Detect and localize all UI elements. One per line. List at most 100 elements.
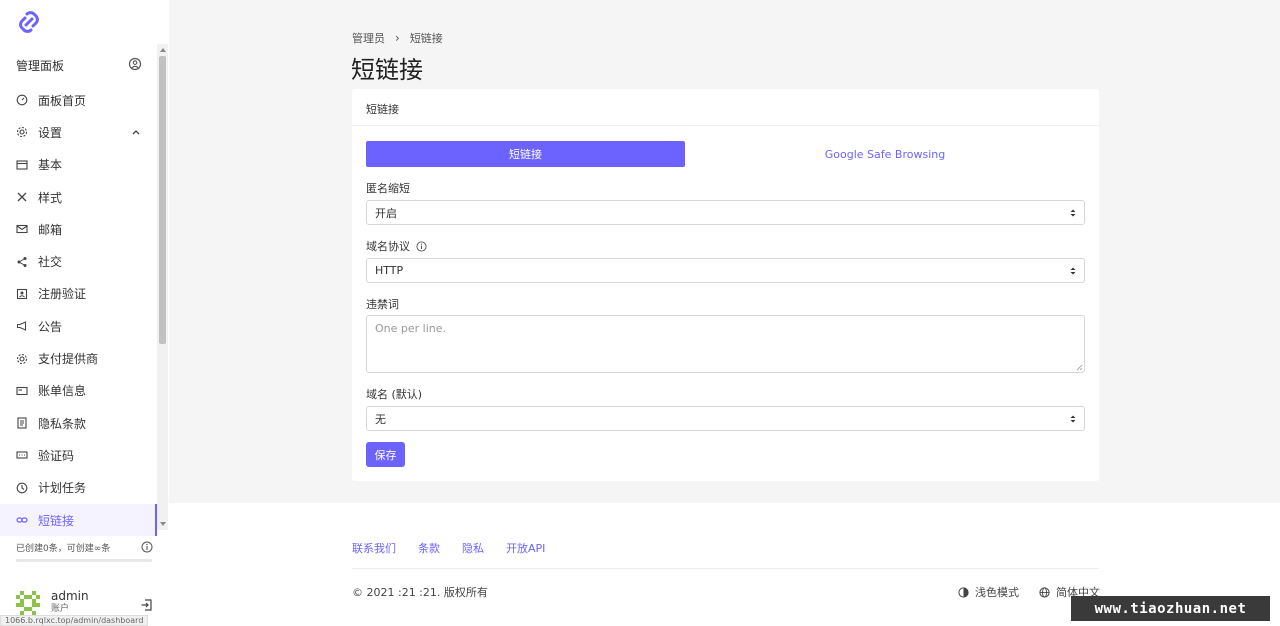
sidebar-item-label: 样式	[38, 190, 63, 205]
scroll-down-arrow[interactable]	[160, 522, 166, 526]
banned-words-placeholder: One per line.	[375, 322, 447, 335]
protocol-select[interactable]: HTTP	[366, 258, 1085, 283]
id-card-icon	[16, 288, 28, 300]
sidebar-item-mail[interactable]: 邮箱	[0, 213, 157, 245]
sidebar-item-label: 公告	[38, 319, 63, 334]
gear-icon	[16, 126, 28, 138]
mail-icon	[16, 223, 28, 235]
sidebar-item-registration[interactable]: 注册验证	[0, 278, 157, 310]
sidebar-item-label: 账单信息	[38, 384, 87, 399]
tab-shortlink[interactable]: 短链接	[366, 141, 685, 167]
theme-toggle[interactable]: 浅色模式	[958, 584, 1019, 600]
sidebar-item-settings[interactable]: 设置	[0, 116, 157, 148]
avatar	[16, 590, 40, 615]
sidebar-item-social[interactable]: 社交	[0, 245, 157, 277]
sidebar-item-label: 隐私条款	[38, 416, 87, 431]
sidebar-item-basic[interactable]: 基本	[0, 149, 157, 181]
settings-card: 短链接 短链接 Google Safe Browsing 匿名缩短 开启 域名协…	[352, 89, 1099, 481]
copyright: © 2021 :21 :21. 版权所有	[352, 586, 488, 599]
sidebar-nav: 面板首页 设置 基本 样式 邮箱 社交 注册验证 公告 支付提供商 账单信息 隐…	[0, 84, 157, 537]
user-role: 账户	[51, 604, 70, 614]
resize-grip-icon[interactable]	[1076, 364, 1083, 371]
sidebar-item-label: 支付提供商	[38, 352, 99, 367]
footer-divider	[352, 568, 1099, 569]
anonymous-select-value: 开启	[375, 206, 397, 220]
banned-words-label: 违禁词	[366, 298, 399, 311]
breadcrumb-parent[interactable]: 管理员	[352, 30, 385, 46]
footer-link-privacy[interactable]: 隐私	[462, 540, 484, 556]
sidebar-item-announcement[interactable]: 公告	[0, 310, 157, 342]
sidebar-item-cron[interactable]: 计划任务	[0, 472, 157, 504]
megaphone-icon	[16, 320, 28, 332]
domain-select[interactable]: 无	[366, 406, 1085, 431]
sidebar-item-dashboard[interactable]: 面板首页	[0, 84, 157, 116]
sidebar-item-label: 短链接	[38, 513, 75, 528]
select-caret-icon	[1070, 267, 1076, 275]
sidebar-item-label: 邮箱	[38, 222, 63, 237]
domain-label: 域名 (默认)	[366, 388, 423, 401]
sidebar-item-captcha[interactable]: 验证码	[0, 439, 157, 471]
sidebar-item-label: 设置	[38, 125, 63, 140]
footer-link-api[interactable]: 开放API	[506, 540, 545, 556]
footer-links: 联系我们 条款 隐私 开放API	[352, 540, 567, 556]
breadcrumb: 管理员 › 短链接	[352, 30, 443, 46]
scroll-up-arrow[interactable]	[160, 48, 166, 52]
card-header: 短链接	[352, 89, 1099, 126]
sidebar-scrollbar[interactable]	[157, 44, 168, 530]
chevron-right-icon: ›	[395, 31, 400, 45]
window-icon	[16, 159, 28, 171]
contrast-icon	[958, 586, 969, 598]
link-icon	[16, 514, 28, 526]
user-name: admin	[51, 589, 89, 603]
share-icon	[16, 256, 28, 268]
panel-title: 管理面板	[16, 59, 65, 73]
tab-google-safe-browsing[interactable]: Google Safe Browsing	[685, 141, 1085, 167]
tab-bar: 短链接 Google Safe Browsing	[366, 141, 1085, 167]
domain-select-value: 无	[375, 412, 386, 426]
sidebar-item-privacy[interactable]: 隐私条款	[0, 407, 157, 439]
captcha-icon	[16, 449, 28, 461]
watermark: www.tiaozhuan.net	[1071, 596, 1270, 621]
protocol-label-text: 域名协议	[366, 240, 410, 253]
globe-icon	[1039, 586, 1050, 598]
save-button[interactable]: 保存	[366, 442, 405, 467]
info-icon[interactable]	[141, 541, 153, 553]
sidebar-item-style[interactable]: 样式	[0, 181, 157, 213]
anonymous-label: 匿名缩短	[366, 182, 410, 195]
breadcrumb-current: 短链接	[409, 32, 443, 45]
banned-words-textarea[interactable]: One per line.	[366, 315, 1085, 373]
sidebar-item-label: 基本	[38, 158, 63, 173]
sidebar: 管理面板 面板首页 设置 基本 样式 邮箱 社交 注册验证 公告 支付提供商 账…	[0, 0, 169, 626]
sidebar-item-label: 计划任务	[38, 481, 87, 496]
scrollbar-thumb[interactable]	[159, 56, 166, 344]
status-url: 1066.b.rqlxc.top/admin/dashboard	[0, 615, 149, 626]
dashboard-icon	[16, 94, 28, 106]
document-icon	[16, 417, 28, 429]
sidebar-item-label: 社交	[38, 255, 63, 270]
link-logo-icon[interactable]	[15, 8, 43, 36]
select-caret-icon	[1070, 415, 1076, 423]
sidebar-item-payment[interactable]: 支付提供商	[0, 342, 157, 374]
sidebar-item-label: 面板首页	[38, 93, 87, 108]
footer-link-terms[interactable]: 条款	[418, 540, 440, 556]
select-caret-icon	[1070, 209, 1076, 217]
clock-icon	[16, 482, 28, 494]
info-icon[interactable]	[416, 240, 427, 252]
user-circle-icon[interactable]	[128, 57, 142, 71]
quota-progress-bar	[16, 559, 152, 562]
sidebar-item-label: 注册验证	[38, 287, 87, 302]
footer-link-contact[interactable]: 联系我们	[352, 540, 396, 556]
sidebar-item-billing[interactable]: 账单信息	[0, 375, 157, 407]
quota-text: 已创建0条，可创建∞条	[16, 544, 111, 554]
protocol-select-value: HTTP	[375, 264, 404, 277]
tools-icon	[16, 191, 28, 203]
theme-label: 浅色模式	[975, 586, 1019, 599]
anonymous-select[interactable]: 开启	[366, 200, 1085, 225]
user-info[interactable]: admin 账户	[16, 590, 89, 615]
cog-icon	[16, 353, 28, 365]
sidebar-item-shortlink[interactable]: 短链接	[0, 503, 157, 537]
chevron-up-icon[interactable]	[131, 127, 141, 137]
logout-icon[interactable]	[140, 598, 154, 612]
page-title: 短链接	[351, 56, 423, 84]
credit-card-icon	[16, 385, 28, 397]
